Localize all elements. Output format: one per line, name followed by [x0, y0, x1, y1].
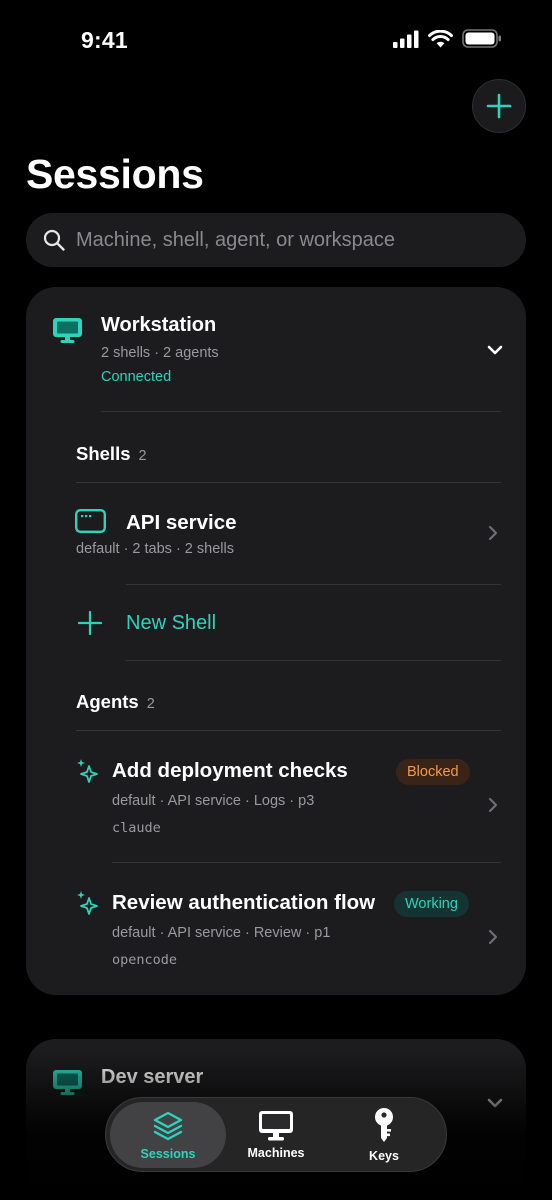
search-input[interactable] — [76, 228, 526, 252]
agent-title: Add deployment checks — [112, 759, 348, 782]
chevron-right-icon — [488, 525, 498, 541]
status-bar: 9:41 — [0, 0, 552, 80]
agent-subtitle: default · API service · Logs · p3 — [112, 793, 315, 809]
agent-tool: claude — [112, 820, 161, 836]
shell-row-api-service[interactable]: API service default · 2 tabs · 2 shells — [26, 483, 526, 584]
sparkle-icon — [77, 759, 98, 783]
tab-machines[interactable]: Machines — [218, 1102, 334, 1168]
status-icons — [393, 29, 502, 48]
page-title: Sessions — [26, 151, 204, 197]
status-time: 9:41 — [81, 27, 128, 53]
plus-icon — [486, 93, 512, 119]
monitor-icon — [259, 1110, 293, 1140]
tab-keys[interactable]: Keys — [326, 1102, 442, 1168]
tab-label: Machines — [247, 1145, 305, 1160]
status-badge-working: Working — [394, 891, 469, 917]
search-icon — [43, 229, 65, 251]
search-bar[interactable] — [26, 213, 526, 267]
wifi-icon — [428, 29, 453, 47]
divider — [101, 411, 501, 412]
machine-card-workstation: Workstation 2 shells · 2 agents Connecte… — [26, 287, 526, 995]
shells-count: 2 — [138, 448, 147, 464]
new-shell-button[interactable]: New Shell — [26, 585, 526, 660]
monitor-icon — [53, 318, 82, 343]
add-session-button[interactable] — [472, 79, 526, 133]
status-badge-blocked: Blocked — [396, 759, 470, 785]
shell-subtitle: default · 2 tabs · 2 shells — [76, 541, 234, 557]
chevron-down-icon[interactable] — [487, 345, 503, 356]
agent-tool: opencode — [112, 952, 178, 968]
shells-section-header: Shells 2 — [76, 443, 147, 465]
battery-icon — [462, 29, 501, 48]
key-icon — [375, 1107, 393, 1142]
sparkle-icon — [77, 891, 98, 915]
machine-name: Workstation — [101, 314, 217, 336]
tab-sessions[interactable]: Sessions — [110, 1102, 226, 1168]
chevron-down-icon[interactable] — [487, 1098, 503, 1109]
shell-title: API service — [126, 511, 237, 534]
divider — [126, 660, 501, 661]
agent-row[interactable]: Review authentication flow Working defau… — [26, 863, 526, 994]
tab-label: Sessions — [140, 1146, 196, 1161]
machine-meta: 2 shells · 2 agents — [101, 345, 219, 361]
connection-status: Connected — [101, 369, 172, 385]
tab-bar: Sessions Machines Keys — [105, 1097, 447, 1172]
machine-name: Dev server — [101, 1066, 204, 1088]
new-shell-label: New Shell — [126, 612, 217, 634]
agents-section-header: Agents 2 — [76, 691, 155, 713]
chevron-right-icon — [488, 797, 498, 813]
agent-row[interactable]: Add deployment checks Blocked default · … — [26, 731, 526, 862]
shells-section-title: Shells — [76, 443, 131, 464]
chevron-right-icon — [488, 929, 498, 945]
layers-icon — [153, 1111, 183, 1140]
agent-subtitle: default · API service · Review · p1 — [112, 925, 331, 941]
agents-count: 2 — [146, 696, 155, 712]
agents-section-title: Agents — [76, 691, 139, 712]
agent-title: Review authentication flow — [112, 891, 376, 914]
terminal-window-icon — [75, 509, 106, 533]
tab-label: Keys — [369, 1148, 399, 1163]
monitor-icon — [53, 1070, 82, 1095]
cellular-signal-icon — [393, 30, 419, 48]
plus-icon — [78, 611, 102, 635]
